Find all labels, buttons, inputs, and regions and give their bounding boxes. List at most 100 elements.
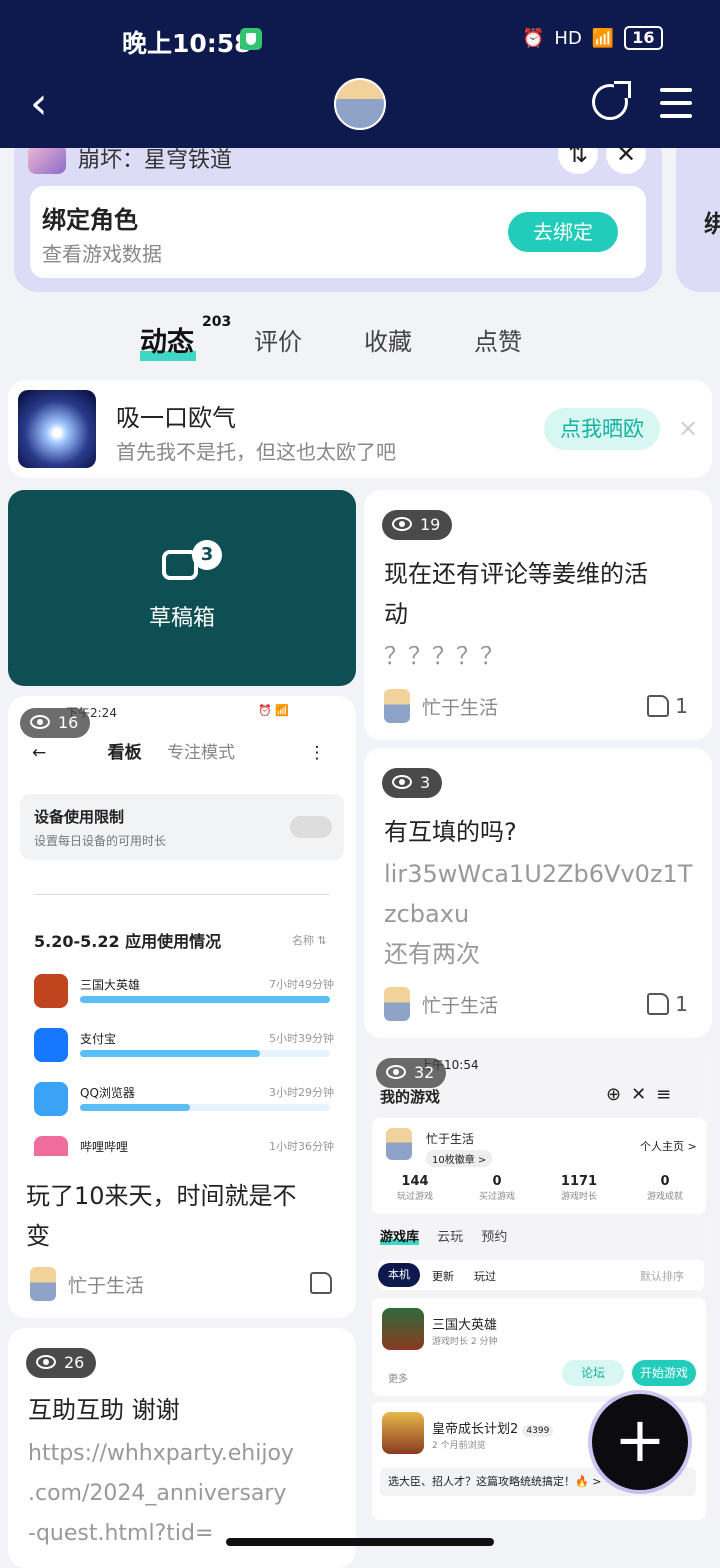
- app-time: 7小时49分钟: [269, 978, 334, 991]
- post-card[interactable]: 19 现在还有评论等姜维的活 动 ？？？？？ 忙于生活 1: [364, 490, 712, 740]
- promo-image: [18, 390, 96, 468]
- top-bar: 晚上10:58 ⏰ HD 📶 16 ‹: [0, 0, 720, 148]
- stat-label: 玩过游戏: [396, 1192, 433, 1202]
- tab-count: 203: [202, 314, 232, 330]
- like-count: 1: [675, 694, 688, 718]
- post-title: 有互填的吗?: [384, 818, 517, 846]
- author-name: 忙于生活: [422, 994, 499, 1017]
- eye-icon: [392, 517, 412, 531]
- shot-profile: 忙于生活 10枚徽章 > 个人主页 > 144 玩过游戏 0 买过游戏 1171 游戏…: [372, 1118, 706, 1214]
- view-count-value: 16: [58, 713, 79, 732]
- app-time: 1小时36分钟: [269, 1140, 334, 1153]
- view-count-value: 3: [420, 773, 431, 792]
- game-icon: [382, 1412, 424, 1454]
- alarm-icon: ⏰: [522, 27, 545, 49]
- app-time: 5小时39分钟: [269, 1032, 334, 1045]
- post-title: 玩了10来天，时间就是不 变: [26, 1182, 297, 1250]
- author-name: 忙于生活: [68, 1274, 145, 1297]
- next-game-card[interactable]: 绑: [676, 130, 720, 292]
- signal-icon: HD: [554, 27, 582, 49]
- shot-title: 我的游戏: [380, 1088, 441, 1106]
- post-author[interactable]: 忙于生活: [30, 1266, 144, 1302]
- stat: 0 买过游戏: [462, 1174, 532, 1202]
- shot-icons: ⊕✕≡: [606, 1084, 682, 1105]
- shot-status-icons: ⏰ 📶: [258, 704, 289, 717]
- post-title: 互助互助 谢谢: [28, 1396, 180, 1424]
- app-name: 支付宝: [80, 1032, 117, 1046]
- shot-limit: 设备使用限制 设置每日设备的可用时长: [20, 794, 344, 860]
- tab-favorites[interactable]: 收藏: [364, 322, 412, 357]
- promo-subtitle: 首先我不是托，但这也太欧了吧: [116, 440, 396, 464]
- close-icon[interactable]: ×: [678, 414, 698, 442]
- post-body: ？？？？？: [384, 642, 504, 670]
- like-button[interactable]: [310, 1272, 332, 1294]
- game-name: 皇帝成长计划2 4399: [432, 1418, 554, 1437]
- view-count: 19: [382, 510, 453, 540]
- avatar: [386, 1128, 412, 1160]
- wifi-icon: 📶: [591, 27, 615, 49]
- battery-icon: 16: [624, 26, 663, 50]
- shot-subtab: 本机: [378, 1263, 420, 1287]
- post-author[interactable]: 忙于生活: [384, 986, 498, 1022]
- eye-icon: [386, 1065, 406, 1079]
- more-icon: ⋮: [308, 743, 326, 763]
- tab-reviews[interactable]: 评价: [254, 322, 302, 357]
- post-title: 现在还有评论等姜维的活 动: [384, 560, 648, 628]
- promo-title: 吸一口欧气: [116, 404, 236, 432]
- shot-subtabs: 本机 更新 玩过 默认排序: [378, 1260, 704, 1290]
- bind-title: 绑定角色: [42, 206, 138, 234]
- draft-label: 草稿箱: [148, 606, 215, 631]
- post-card[interactable]: 3 有互填的吗? lir35wWca1U2Zb6Vv0z1T zcbaxu 还有…: [364, 748, 712, 1038]
- shot-limit-sub: 设置每日设备的可用时长: [34, 834, 167, 848]
- stat: 144 玩过游戏: [380, 1174, 450, 1202]
- post-image: 下午2:24 ⏰ 📶 ← 看板 专注模式 ⋮ 设备使用限制 设置每日设备的可用时…: [8, 696, 356, 1156]
- share-icon[interactable]: [592, 81, 631, 120]
- game-icon: [28, 144, 66, 174]
- plus-icon[interactable]: +: [592, 1394, 688, 1490]
- app-icon: [34, 1082, 68, 1116]
- tab-likes[interactable]: 点赞: [474, 322, 522, 357]
- author-name: 忙于生活: [422, 696, 499, 719]
- chevron-left-icon[interactable]: ‹: [30, 82, 48, 126]
- draft-count-badge: 3: [192, 540, 222, 570]
- stat-value: 1171: [560, 1174, 598, 1189]
- stat: 0 游戏成就: [630, 1174, 700, 1202]
- next-card-title: 绑: [704, 210, 720, 238]
- post-author[interactable]: 忙于生活: [384, 688, 498, 724]
- home-indicator[interactable]: [226, 1538, 494, 1546]
- app-name: 三国大英雄: [80, 978, 141, 992]
- promo-banner[interactable]: 吸一口欧气 首先我不是托，但这也太欧了吧 点我晒欧 ×: [8, 380, 712, 478]
- shot-subtab: 玩过: [474, 1270, 496, 1283]
- draft-box[interactable]: 3 草稿箱: [8, 490, 356, 686]
- status-icons: ⏰ HD 📶 16: [522, 26, 663, 50]
- like-button[interactable]: 1: [647, 694, 688, 718]
- usage-bar-fill: [80, 1050, 260, 1057]
- tab-label: 动态: [140, 327, 194, 358]
- menu-icon[interactable]: [660, 88, 692, 127]
- app-name: 哔哩哔哩: [80, 1140, 129, 1154]
- bind-button[interactable]: 去绑定: [508, 212, 618, 252]
- view-count: 26: [26, 1348, 97, 1378]
- view-count: 32: [376, 1058, 447, 1088]
- game-icon: [382, 1308, 424, 1350]
- post-card[interactable]: 26 互助互助 谢谢 https://whhxparty.ehijoy .com…: [8, 1328, 356, 1568]
- game-sub: 游戏时长 2 分钟: [432, 1337, 498, 1347]
- eye-icon: [30, 715, 50, 729]
- divider: [34, 894, 330, 895]
- avatar[interactable]: [334, 78, 386, 130]
- shot-tab: 预约: [481, 1230, 508, 1245]
- app-usage-row: 三国大英雄 7小时49分钟: [34, 974, 334, 1020]
- post-card[interactable]: 下午2:24 ⏰ 📶 ← 看板 专注模式 ⋮ 设备使用限制 设置每日设备的可用时…: [8, 696, 356, 1318]
- stat-label: 游戏时长: [560, 1192, 597, 1202]
- tab-posts[interactable]: 动态 203: [140, 314, 231, 361]
- view-count-value: 32: [414, 1063, 435, 1082]
- post-body: lir35wWca1U2Zb6Vv0z1T zcbaxu 还有两次: [384, 860, 693, 968]
- view-count-value: 26: [64, 1353, 85, 1372]
- app-name: QQ浏览器: [80, 1086, 135, 1100]
- stat-label: 买过游戏: [478, 1192, 515, 1202]
- promo-button[interactable]: 点我晒欧: [544, 408, 660, 450]
- profile-tabs: 动态 203 评价 收藏 点赞: [0, 314, 720, 366]
- toggle: [290, 816, 332, 838]
- like-button[interactable]: 1: [647, 992, 688, 1016]
- app-icon: [34, 1136, 68, 1156]
